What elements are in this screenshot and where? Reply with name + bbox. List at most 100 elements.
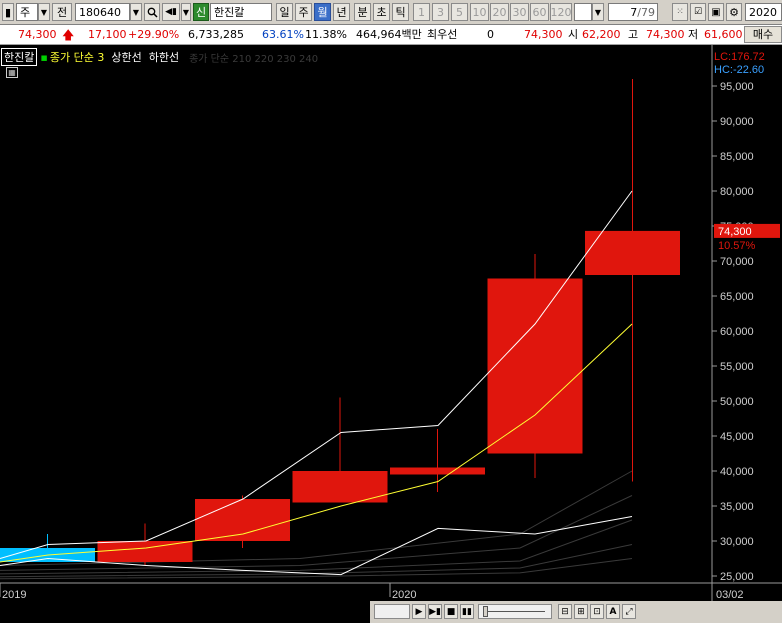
market-label: 주	[20, 6, 31, 19]
interval-30-button[interactable]: 30	[510, 3, 529, 21]
y-tick-label: 80,000	[720, 186, 754, 198]
toolbar: ▮ 주 ▼ 전 180640 ▼ ◀▮ ▼ 신 한진칼 일 주 월 년 분 초 …	[0, 0, 782, 25]
interval-10-button[interactable]: 10	[470, 3, 489, 21]
date-value: 2020	[749, 5, 777, 19]
mode-label: 전	[56, 6, 68, 19]
current-price-pct: 10.57%	[718, 240, 756, 252]
period-day-label: 일	[279, 6, 290, 19]
legend-faint-ma: 종가 단순 210 220 230 240	[189, 53, 319, 65]
settings-icon[interactable]: ⚙	[726, 3, 742, 21]
search-icon[interactable]	[144, 3, 160, 21]
table-toggle-icon[interactable]: ▦	[6, 67, 18, 78]
legend-stock-name[interactable]: 한진칼	[1, 48, 38, 66]
zoom-slider[interactable]	[478, 604, 552, 619]
scroll-right-icon[interactable]: ▶	[412, 604, 426, 619]
interval-5-button[interactable]: 5	[451, 3, 468, 21]
interval-20-label: 20	[492, 5, 507, 19]
interval-5-label: 5	[456, 5, 463, 19]
open-label: 시	[568, 28, 579, 41]
candle-body	[487, 278, 583, 454]
legend-lower[interactable]: 하한선	[149, 49, 179, 65]
candle-series	[0, 79, 680, 566]
stock-code-input[interactable]: 180640	[75, 3, 130, 21]
code-dropdown-icon[interactable]: ▼	[130, 3, 142, 21]
interval-dropdown-icon[interactable]: ▼	[592, 3, 604, 21]
period-second-button[interactable]: 초	[373, 3, 390, 21]
legend-upper[interactable]: 상한선	[111, 49, 141, 65]
y-tick-label: 40,000	[720, 466, 754, 478]
interval-60-button[interactable]: 60	[530, 3, 549, 21]
last-price: 74,300	[524, 28, 563, 41]
preferred-label: 최우선	[427, 28, 458, 41]
y-tick-label: 65,000	[720, 291, 754, 303]
period-month-label: 월	[317, 6, 328, 19]
y-axis: 25,000 30,000 35,000 40,000 45,000 50,000 55,0…	[712, 51, 780, 583]
interval-custom-input[interactable]	[574, 3, 592, 21]
period-tick-button[interactable]: 틱	[392, 3, 409, 21]
interval-1-button[interactable]: 1	[413, 3, 430, 21]
current-price-label: 74,300	[718, 226, 752, 238]
scroll-track[interactable]	[374, 604, 410, 619]
period-tick-label: 틱	[395, 6, 406, 19]
y-tick-label: 45,000	[720, 431, 754, 443]
stock-code-value: 180640	[79, 5, 121, 19]
high-label: 고	[628, 28, 639, 41]
market-select[interactable]: 주	[16, 3, 38, 21]
up-arrow-icon: 🡅	[62, 28, 75, 42]
speaker-icon[interactable]: ◀▮	[162, 3, 180, 21]
indicator-line	[0, 516, 633, 576]
interval-3-button[interactable]: 3	[432, 3, 449, 21]
price-change-pct: +29.90%	[128, 28, 180, 41]
price-info-bar: 74,300 🡅 17,100 +29.90% 6,733,285 63.61%…	[0, 25, 782, 45]
text-tool-icon[interactable]: A	[606, 604, 620, 619]
x-tick-label: 2019	[2, 589, 26, 601]
period-year-button[interactable]: 년	[333, 3, 350, 21]
period-day-button[interactable]: 일	[276, 3, 293, 21]
fullscreen-icon[interactable]: ⤢	[622, 604, 636, 619]
interval-120-label: 120	[550, 5, 572, 19]
y-tick-label: 25,000	[720, 571, 754, 583]
legend-ma[interactable]: 종가 단순 3	[50, 49, 104, 65]
mode-button[interactable]: 전	[52, 3, 72, 21]
interval-20-button[interactable]: 20	[490, 3, 509, 21]
turnover-ratio: 11.38%	[305, 28, 347, 41]
checklist-icon[interactable]: ☑	[690, 3, 706, 21]
interval-60-label: 60	[532, 5, 547, 19]
chart-grid	[0, 45, 782, 623]
high-price: 74,300	[646, 28, 685, 41]
zoom-in-icon[interactable]: ⊞	[574, 604, 588, 619]
period-week-button[interactable]: 주	[295, 3, 312, 21]
stock-name-field[interactable]: 한진칼	[210, 3, 272, 21]
period-minute-button[interactable]: 분	[354, 3, 371, 21]
scroll-end-icon[interactable]: ▶▮	[428, 604, 442, 619]
zoom-out-icon[interactable]: ⊟	[558, 604, 572, 619]
save-icon[interactable]: ▣	[708, 3, 724, 21]
period-week-label: 주	[298, 6, 309, 19]
stop-icon[interactable]: ■	[444, 604, 458, 619]
legend-bullet-icon: ▪	[40, 50, 48, 64]
window-menu-icon[interactable]: ▮	[2, 3, 14, 21]
page-input[interactable]: 7/79	[608, 3, 658, 21]
y-tick-label: 50,000	[720, 396, 754, 408]
x-tick-label: 03/02	[716, 589, 744, 601]
fit-icon[interactable]: ⊡	[590, 604, 604, 619]
grid-icon[interactable]: ⁙	[672, 3, 688, 21]
market-dropdown-icon[interactable]: ▼	[38, 3, 50, 21]
period-month-button[interactable]: 월	[314, 3, 331, 21]
zoom-slider-thumb[interactable]	[483, 606, 488, 617]
x-tick-label: 2020	[392, 589, 416, 601]
y-tick-label: 90,000	[720, 116, 754, 128]
interval-3-label: 3	[437, 5, 444, 19]
candle-body	[97, 541, 193, 562]
pause-icon[interactable]: ▮▮	[460, 604, 474, 619]
hc-label: HC:-22.60	[714, 64, 764, 76]
trade-amount: 464,964백만	[356, 28, 422, 41]
date-input[interactable]: 2020	[745, 3, 782, 21]
page-total: /79	[637, 5, 655, 19]
list-dropdown-icon[interactable]: ▼	[181, 3, 191, 21]
volume: 6,733,285	[188, 28, 244, 41]
candle-body	[195, 499, 290, 541]
price-chart[interactable]: 25,000 30,000 35,000 40,000 45,000 50,000 55,0…	[0, 45, 782, 623]
interval-120-button[interactable]: 120	[550, 3, 572, 21]
buy-button[interactable]: 매수	[744, 26, 782, 43]
